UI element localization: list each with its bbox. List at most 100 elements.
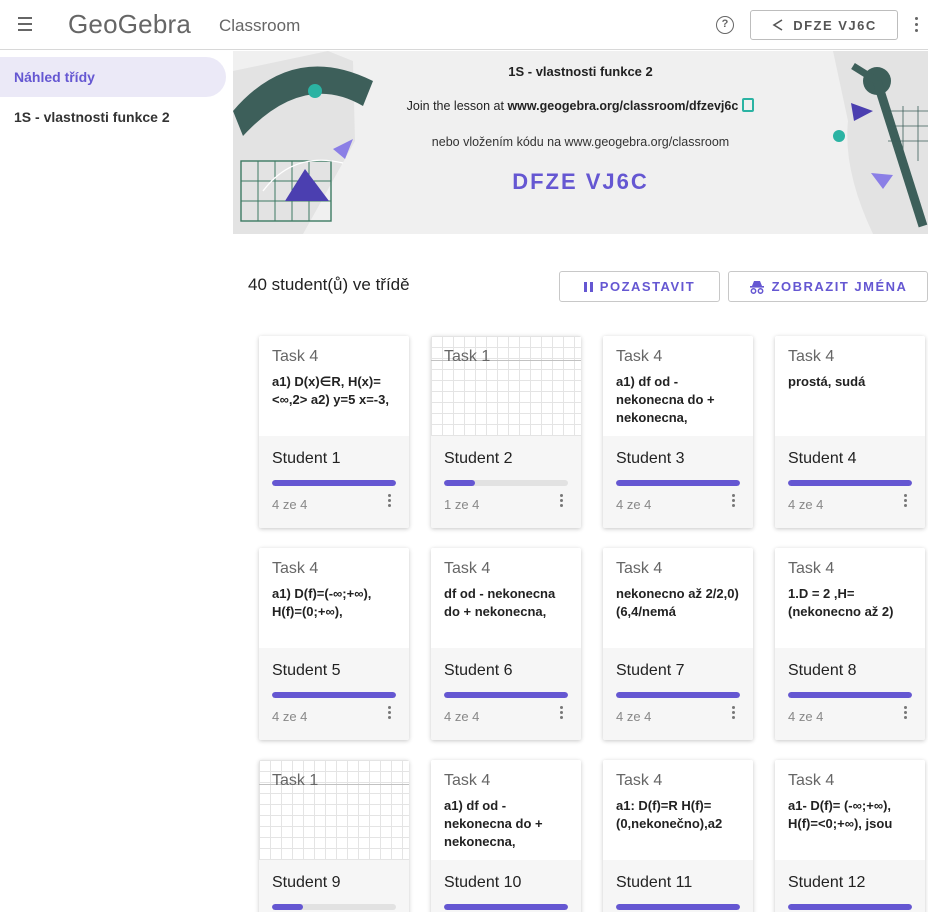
student-card[interactable]: Task 4 a1) df od - nekonecna do + nekonec… (431, 760, 581, 912)
card-footer: Student 2 1 ze 4 (431, 436, 581, 528)
progress-fill (616, 904, 740, 910)
answer-preview: a1) df od - nekonecna do + nekonecna, (444, 798, 543, 849)
geogebra-logo[interactable]: GeoGebra (68, 9, 191, 40)
student-card[interactable]: Task 4 1.D = 2 ,H= (nekonecno až 2) Studen… (775, 548, 925, 740)
student-card[interactable]: Task 1 Student 2 1 ze 4 (431, 336, 581, 528)
card-more-icon[interactable] (732, 706, 736, 720)
sidebar-item-lesson[interactable]: 1S - vlastnosti funkce 2 (0, 97, 226, 137)
answer-preview: a1: D(f)=R H(f)= (0,nekonečno),a2 (616, 798, 723, 831)
progress-bar (272, 904, 396, 910)
student-count: 40 student(ů) ve třídě (248, 275, 410, 294)
answer-preview: a1) D(x)∈R, H(x)=<∞,2> a2) y=5 x=-3, (272, 374, 389, 407)
join-url[interactable]: www.geogebra.org/classroom/dfzevj6c (507, 99, 738, 113)
answer-preview: a1) df od - nekonecna do + nekonecna, (616, 374, 715, 425)
card-footer: Student 9 (259, 860, 409, 912)
task-label: Task 4 (444, 772, 491, 789)
pause-label: POZASTAVIT (599, 279, 696, 294)
progress-bar (272, 480, 396, 486)
card-preview: Task 4 a1) D(x)∈R, H(x)=<∞,2> a2) y=5 x=-… (259, 336, 409, 436)
student-card[interactable]: Task 4 a1) D(f)=(-∞;+∞), H(f)=(0;+∞), Stud… (259, 548, 409, 740)
progress-fill (616, 480, 740, 486)
task-label: Task 4 (788, 348, 835, 365)
student-name: Student 12 (788, 874, 866, 891)
card-more-icon[interactable] (904, 494, 908, 508)
more-vert-icon[interactable] (912, 14, 920, 36)
progress-text: 4 ze 4 (444, 709, 480, 724)
answer-preview: 1.D = 2 ,H= (nekonecno až 2) (788, 586, 894, 619)
sidebar: Náhled třídy 1S - vlastnosti funkce 2 (0, 51, 232, 912)
card-preview: Task 4 a1) D(f)=(-∞;+∞), H(f)=(0;+∞), (259, 548, 409, 648)
progress-text: 4 ze 4 (788, 497, 824, 512)
student-card[interactable]: Task 4 a1: D(f)=R H(f)= (0,nekonečno),a2 S… (603, 760, 753, 912)
card-footer: Student 6 4 ze 4 (431, 648, 581, 740)
share-code-label: DFZE VJ6C (793, 17, 877, 33)
progress-fill (444, 692, 568, 698)
task-label: Task 4 (272, 348, 319, 365)
join-banner: 1S - vlastnosti funkce 2 Join the lesson… (233, 51, 928, 234)
card-preview: Task 4 a1) df od - nekonecna do + nekonec… (603, 336, 753, 436)
share-icon (772, 19, 783, 31)
student-name: Student 3 (616, 450, 685, 467)
card-footer: Student 1 4 ze 4 (259, 436, 409, 528)
incognito-icon (749, 280, 764, 294)
student-card[interactable]: Task 4 a1) df od - nekonecna do + nekonec… (603, 336, 753, 528)
show-names-label: ZOBRAZIT JMÉNA (771, 279, 908, 294)
card-more-icon[interactable] (388, 494, 392, 508)
student-card[interactable]: Task 1 Student 9 (259, 760, 409, 912)
progress-text: 4 ze 4 (616, 497, 652, 512)
progress-bar (272, 692, 396, 698)
student-name: Student 11 (616, 874, 693, 891)
progress-text: 4 ze 4 (616, 709, 652, 724)
card-preview: Task 4 a1) df od - nekonecna do + nekonec… (431, 760, 581, 860)
student-name: Student 2 (444, 450, 513, 467)
task-label: Task 4 (616, 772, 663, 789)
progress-bar (788, 692, 912, 698)
progress-fill (272, 480, 396, 486)
card-footer: Student 10 (431, 860, 581, 912)
task-label: Task 4 (788, 772, 835, 789)
card-more-icon[interactable] (904, 706, 908, 720)
progress-fill (444, 904, 568, 910)
progress-bar (444, 904, 568, 910)
student-card[interactable]: Task 4 a1- D(f)= (-∞;+∞), H(f)=<0;+∞), js… (775, 760, 925, 912)
progress-fill (788, 480, 912, 486)
progress-fill (788, 692, 912, 698)
progress-bar (444, 480, 568, 486)
sidebar-item-class-overview[interactable]: Náhled třídy (0, 57, 226, 97)
share-code-button[interactable]: DFZE VJ6C (750, 10, 898, 40)
show-names-button[interactable]: ZOBRAZIT JMÉNA (728, 271, 928, 302)
progress-fill (788, 904, 912, 910)
join-instructions: Join the lesson at www.geogebra.org/clas… (233, 98, 928, 113)
progress-text: 4 ze 4 (272, 709, 308, 724)
copy-icon[interactable] (742, 98, 755, 112)
card-preview: Task 4 df od - nekonecna do + nekonecna, (431, 548, 581, 648)
help-icon[interactable]: ? (716, 16, 734, 34)
student-name: Student 5 (272, 662, 341, 679)
task-label: Task 1 (272, 772, 319, 789)
answer-preview: a1) D(f)=(-∞;+∞), H(f)=(0;+∞), (272, 586, 372, 619)
card-footer: Student 4 4 ze 4 (775, 436, 925, 528)
pause-button[interactable]: POZASTAVIT (559, 271, 720, 302)
student-card[interactable]: Task 4 nekonecno až 2/2,0) (6,4/nemá Stude… (603, 548, 753, 740)
progress-text: 4 ze 4 (272, 497, 308, 512)
task-label: Task 4 (444, 560, 491, 577)
progress-text: 1 ze 4 (444, 497, 480, 512)
menu-icon[interactable] (18, 17, 38, 33)
card-preview: Task 4 nekonecno až 2/2,0) (6,4/nemá (603, 548, 753, 648)
task-label: Task 4 (616, 348, 663, 365)
card-more-icon[interactable] (560, 494, 564, 508)
card-preview: Task 4 a1: D(f)=R H(f)= (0,nekonečno),a2 (603, 760, 753, 860)
student-card[interactable]: Task 4 prostá, sudá Student 4 4 ze 4 (775, 336, 925, 528)
progress-fill (272, 904, 303, 910)
answer-preview: prostá, sudá (788, 374, 866, 389)
card-more-icon[interactable] (560, 706, 564, 720)
lesson-title: 1S - vlastnosti funkce 2 (508, 64, 653, 79)
card-more-icon[interactable] (732, 494, 736, 508)
breadcrumb-classroom[interactable]: Classroom (219, 16, 300, 36)
card-footer: Student 8 4 ze 4 (775, 648, 925, 740)
student-card[interactable]: Task 4 df od - nekonecna do + nekonecna, S… (431, 548, 581, 740)
progress-bar (788, 904, 912, 910)
student-card[interactable]: Task 4 a1) D(x)∈R, H(x)=<∞,2> a2) y=5 x=-… (259, 336, 409, 528)
card-preview: Task 4 a1- D(f)= (-∞;+∞), H(f)=<0;+∞), js… (775, 760, 925, 860)
card-more-icon[interactable] (388, 706, 392, 720)
